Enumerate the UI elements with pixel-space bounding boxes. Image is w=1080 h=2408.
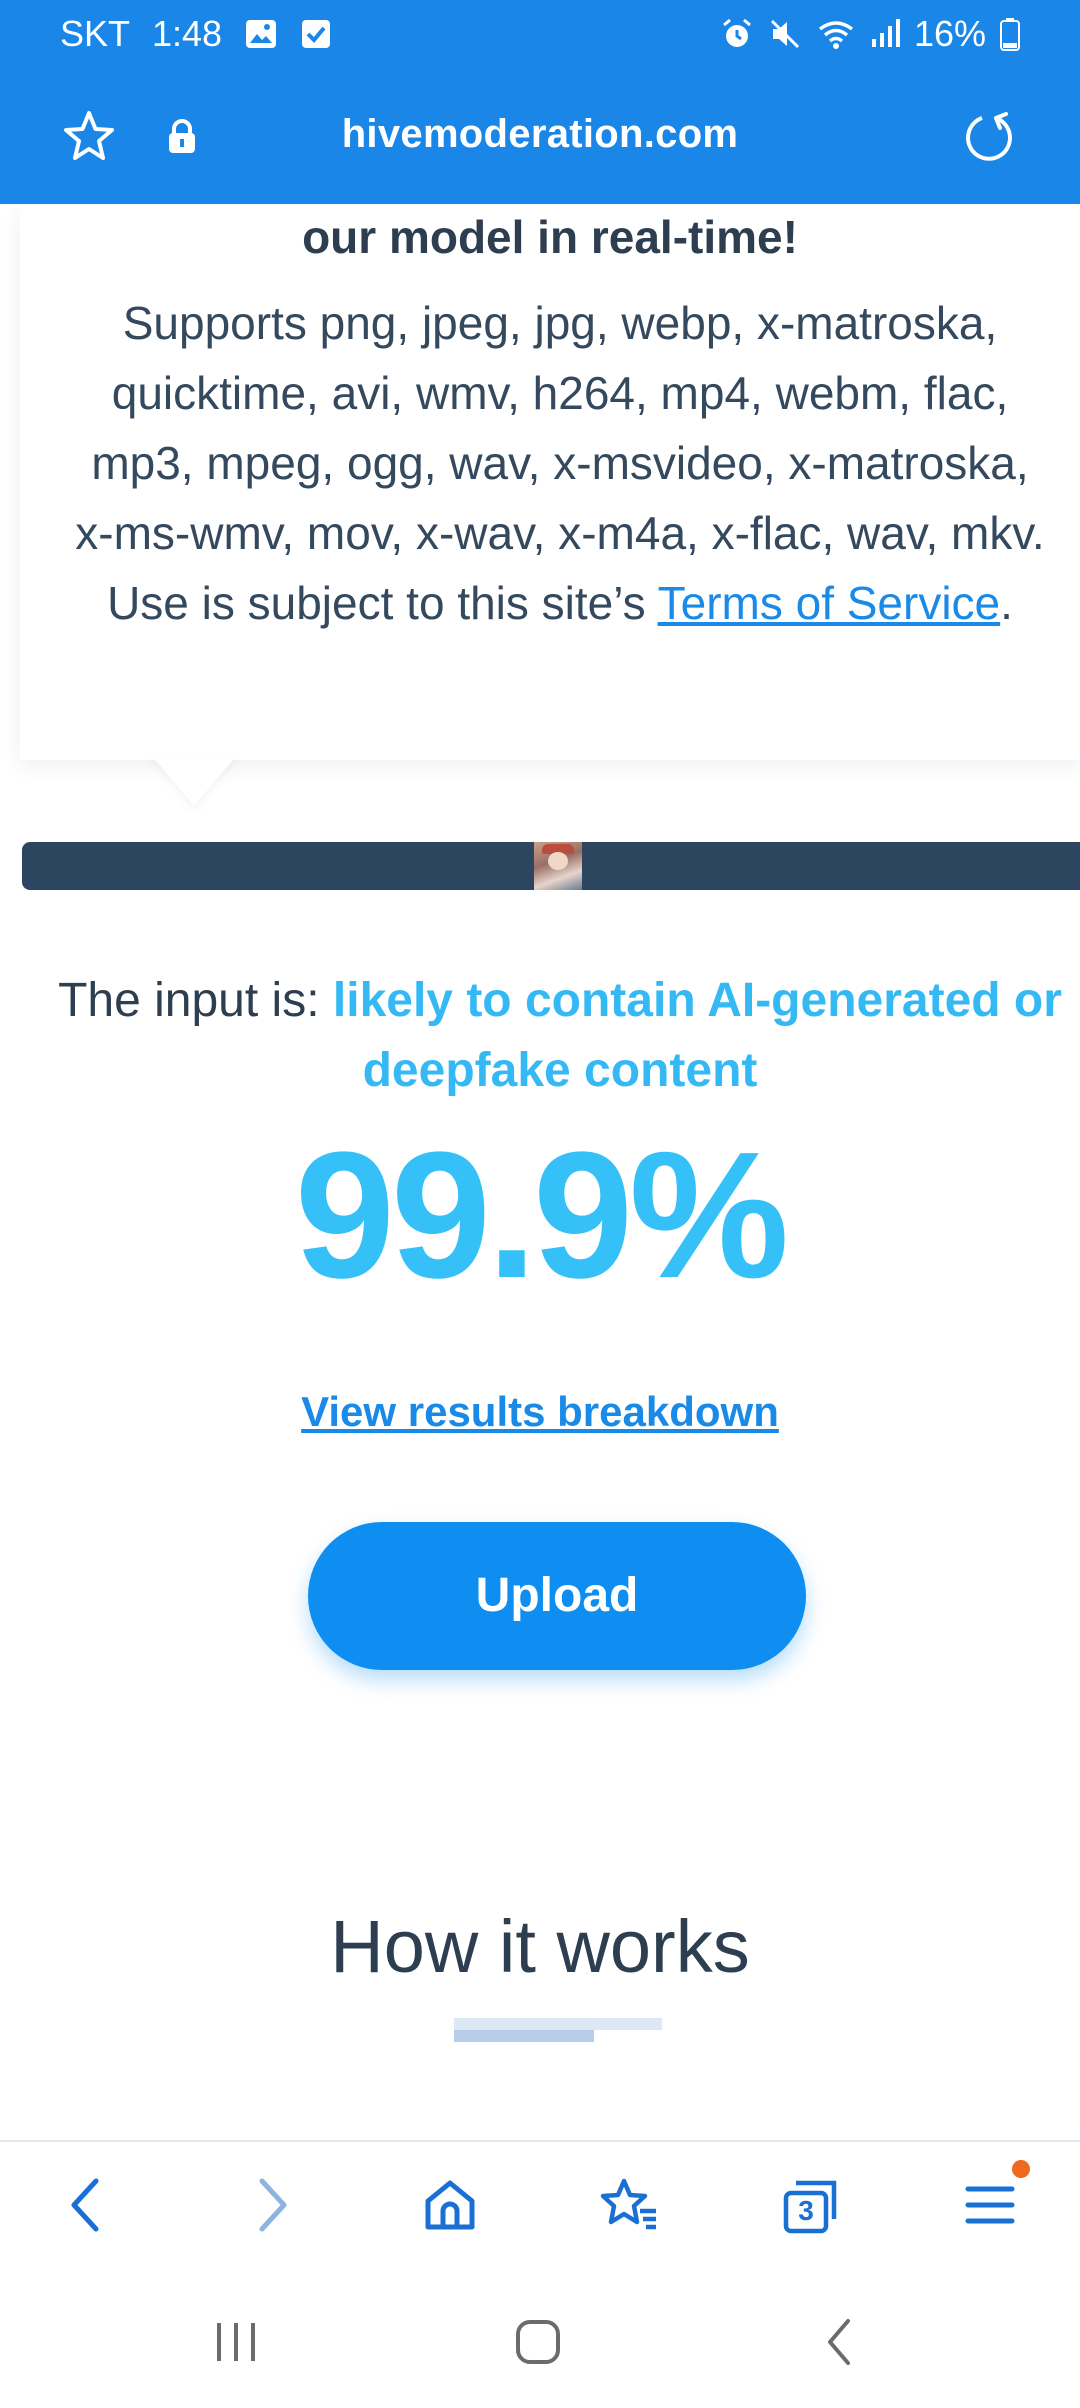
card-pointer <box>150 754 238 806</box>
check-icon <box>300 18 332 50</box>
mute-icon <box>768 17 802 51</box>
how-it-works-heading: How it works <box>330 1905 750 1988</box>
tabs-button[interactable]: 3 <box>770 2172 850 2242</box>
menu-notification-dot <box>1012 2160 1030 2178</box>
menu-icon <box>962 2177 1018 2238</box>
card-heading: our model in real-time! <box>302 211 798 263</box>
clock: 1:48 <box>152 13 223 54</box>
back-nav-button[interactable] <box>800 2314 880 2374</box>
info-card: our model in real-time! Supports png, jp… <box>20 204 1080 760</box>
home-nav-button[interactable] <box>498 2314 578 2374</box>
carrier-label: SKT <box>60 13 131 54</box>
forward-button[interactable] <box>232 2172 312 2242</box>
tab-count: 3 <box>798 2195 814 2226</box>
url-address[interactable]: hivemoderation.com <box>0 112 1080 157</box>
view-results-breakdown-link[interactable]: View results breakdown <box>0 1388 1080 1436</box>
recent-apps-icon <box>211 2319 261 2370</box>
bookmarks-button[interactable] <box>590 2172 670 2242</box>
uploaded-image-thumbnail <box>534 842 582 890</box>
back-icon <box>66 2177 106 2238</box>
bookmarks-icon <box>600 2177 660 2238</box>
heading-underline-light <box>454 2018 662 2030</box>
terms-of-service-link[interactable]: Terms of Service <box>658 577 1001 629</box>
supported-formats-text: Supports png, jpeg, jpg, webp, x-matrosk… <box>70 288 1050 638</box>
battery-icon <box>1000 17 1020 51</box>
upload-button[interactable]: Upload <box>308 1522 806 1670</box>
back-nav-icon <box>820 2317 860 2372</box>
alarm-icon <box>720 17 754 51</box>
result-verdict: likely to contain AI-generated or deepfa… <box>332 974 1062 1097</box>
browser-bottom-toolbar: 3 <box>0 2140 1080 2270</box>
menu-button[interactable] <box>950 2172 1030 2242</box>
wifi-icon <box>816 17 856 51</box>
web-page-content: our model in real-time! Supports png, jp… <box>0 204 1080 2140</box>
heading-underline-dark <box>454 2030 594 2042</box>
browser-url-bar: hivemoderation.com <box>0 68 1080 204</box>
tos-suffix: . <box>1000 577 1013 629</box>
battery-percent: 16% <box>913 13 986 54</box>
confidence-percentage: 99.9% <box>294 1115 789 1316</box>
signal-icon <box>870 17 900 51</box>
reload-icon[interactable] <box>960 108 1018 171</box>
forward-icon <box>252 2177 292 2238</box>
media-preview-strip <box>22 842 1080 890</box>
status-bar: SKT 1:48 16% <box>0 0 1080 68</box>
result-summary: The input is: likely to contain AI-gener… <box>40 966 1080 1106</box>
gallery-icon <box>244 17 278 51</box>
thumbnail-face-shape <box>548 852 568 870</box>
home-icon <box>422 2177 478 2238</box>
back-button[interactable] <box>46 2172 126 2242</box>
recent-apps-button[interactable] <box>196 2314 276 2374</box>
system-navigation-bar <box>0 2270 1080 2408</box>
tabs-icon: 3 <box>780 2179 840 2235</box>
home-nav-icon <box>513 2317 563 2372</box>
result-prefix: The input is: <box>58 974 333 1027</box>
home-button[interactable] <box>410 2172 490 2242</box>
